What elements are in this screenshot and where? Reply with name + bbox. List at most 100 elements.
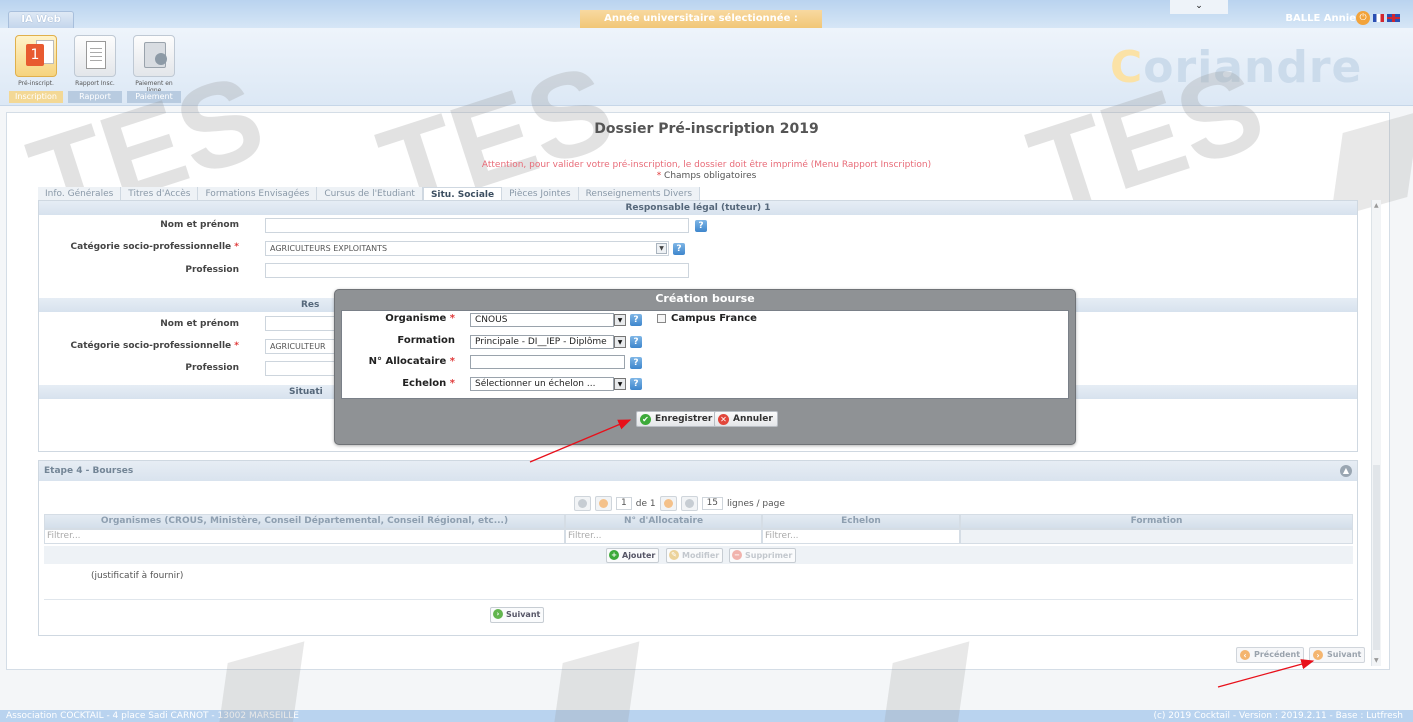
- help-icon[interactable]: ?: [630, 314, 642, 326]
- bourses-table: Organismes (CROUS, Ministère, Conseil Dé…: [44, 514, 1353, 544]
- rows-per-page-input[interactable]: 15: [701, 497, 724, 510]
- csp-label: Catégorie socio-professionnelle *: [70, 242, 239, 252]
- creation-bourse-dialog: Création bourse Organisme * CNOUS ▼ ? Ca…: [334, 289, 1076, 445]
- help-icon[interactable]: ?: [630, 336, 642, 348]
- add-button[interactable]: + Ajouter: [606, 548, 660, 563]
- footer-address: Association COCKTAIL - 4 place Sadi CARN…: [6, 711, 299, 721]
- scrollbar[interactable]: ▲ ▼: [1371, 200, 1381, 666]
- name-input[interactable]: [265, 218, 689, 233]
- profession-input[interactable]: [265, 263, 689, 278]
- tab-formations[interactable]: Formations Envisagées: [198, 187, 318, 201]
- csp-select[interactable]: AGRICULTEURS EXPLOITANTS: [265, 241, 669, 256]
- table-actions: + Ajouter ✎ Modifier − Supprimer: [44, 546, 1353, 564]
- scroll-down-icon[interactable]: ▼: [1374, 657, 1379, 664]
- filter-allocataire-input[interactable]: Filtrer...: [565, 529, 762, 544]
- csp-select[interactable]: AGRICULTEUR: [265, 339, 345, 354]
- flag-uk-icon[interactable]: [1387, 14, 1400, 22]
- flag-fr-icon[interactable]: [1373, 14, 1384, 22]
- save-button[interactable]: ✔ Enregistrer: [636, 411, 718, 427]
- first-page-button[interactable]: [574, 496, 591, 511]
- collapse-up-icon[interactable]: ▲: [1340, 465, 1352, 477]
- page-title: Dossier Pré-inscription 2019: [594, 121, 819, 137]
- power-icon[interactable]: ⏻: [1356, 11, 1370, 25]
- help-icon[interactable]: ?: [673, 243, 685, 255]
- profession-input[interactable]: [265, 361, 345, 376]
- delete-button[interactable]: − Supprimer: [729, 548, 797, 563]
- filter-formation-cell: [960, 529, 1353, 544]
- help-icon[interactable]: ?: [630, 378, 642, 390]
- scroll-up-icon[interactable]: ▲: [1374, 202, 1379, 209]
- csp-label: Catégorie socio-professionnelle *: [70, 341, 239, 351]
- check-icon: ✔: [640, 414, 651, 425]
- rows-per-page-label: lignes / page: [727, 498, 785, 509]
- arrow-right-icon: ›: [493, 609, 503, 619]
- top-bar: IA Web Année universitaire sélectionnée …: [0, 0, 1413, 42]
- cancel-button[interactable]: ✕ Annuler: [714, 411, 778, 427]
- pager: 1 de 1 15 lignes / page: [574, 496, 785, 511]
- chevron-down-icon[interactable]: ▼: [656, 243, 667, 254]
- tab-titres-acces[interactable]: Titres d'Accès: [121, 187, 199, 201]
- tab-info-generales[interactable]: Info. Générales: [38, 187, 122, 201]
- allocataire-input[interactable]: [470, 355, 625, 369]
- chevron-down-icon[interactable]: ▼: [614, 378, 626, 390]
- next-button[interactable]: › Suivant: [1309, 647, 1366, 663]
- profession-label: Profession: [185, 363, 239, 373]
- next-page-button[interactable]: [659, 496, 677, 511]
- help-icon[interactable]: ?: [695, 220, 707, 232]
- ribbon-button-inscription[interactable]: 1 Pré-inscript. Inscription: [9, 32, 63, 104]
- filter-echelon-input[interactable]: Filtrer...: [762, 529, 960, 544]
- required-fields-note: * Champs obligatoires: [656, 171, 757, 181]
- ribbon-button-rapport[interactable]: Rapport Insc. Rapport: [68, 32, 122, 104]
- column-header-echelon[interactable]: Echelon: [762, 514, 960, 529]
- footer-version: (c) 2019 Cocktail - Version : 2019.2.11 …: [1153, 711, 1403, 721]
- panel-header: Etape 4 - Bourses: [39, 461, 1357, 481]
- campus-france-label: Campus France: [671, 313, 757, 324]
- table-header-row: Organismes (CROUS, Ministère, Conseil Dé…: [44, 514, 1353, 529]
- year-banner: Année universitaire sélectionnée : 2019/…: [580, 10, 822, 42]
- column-header-allocataire[interactable]: N° d'Allocataire: [565, 514, 762, 529]
- ribbon-button-paiement[interactable]: Paiement en ligne Paiement: [127, 32, 181, 104]
- pencil-icon: ✎: [669, 550, 679, 560]
- scroll-thumb[interactable]: [1373, 465, 1380, 650]
- arrow-right-icon: ›: [1313, 650, 1323, 660]
- justificatif-note: (justificatif à fournir): [91, 571, 184, 581]
- plus-icon: +: [609, 550, 619, 560]
- section-header-tuteur-1: Responsable légal (tuteur) 1: [39, 201, 1357, 215]
- table-filter-row: Filtrer... Filtrer... Filtrer...: [44, 529, 1353, 544]
- page-number-select[interactable]: 1: [616, 497, 632, 510]
- tab-renseignements[interactable]: Renseignements Divers: [578, 187, 701, 201]
- organisme-label: Organisme *: [385, 313, 455, 324]
- app-tab[interactable]: IA Web: [8, 11, 74, 28]
- divider: [44, 599, 1353, 600]
- tab-pieces-jointes[interactable]: Pièces Jointes: [502, 187, 579, 201]
- organisme-select[interactable]: CNOUS: [470, 313, 614, 327]
- help-icon[interactable]: ?: [630, 357, 642, 369]
- ribbon-label: Rapport: [68, 91, 122, 103]
- page-of-label: de 1: [635, 498, 656, 509]
- payment-icon: [133, 35, 175, 77]
- brand-logo: Coriandre: [1110, 42, 1363, 93]
- campus-france-checkbox[interactable]: [657, 314, 666, 323]
- edit-button[interactable]: ✎ Modifier: [666, 548, 724, 563]
- column-header-organismes[interactable]: Organismes (CROUS, Ministère, Conseil Dé…: [44, 514, 565, 529]
- prev-page-button[interactable]: [595, 496, 612, 511]
- column-header-formation[interactable]: Formation: [960, 514, 1353, 529]
- echelon-select[interactable]: Sélectionner un échelon ...: [470, 377, 614, 391]
- chevron-down-icon[interactable]: ▼: [614, 336, 626, 348]
- chevron-down-icon[interactable]: ⌄: [1170, 0, 1228, 14]
- tab-situ-sociale[interactable]: Situ. Sociale: [422, 187, 503, 201]
- formation-select[interactable]: Principale - DI__IEP - Diplôme: [470, 335, 614, 349]
- filter-organismes-input[interactable]: Filtrer...: [44, 529, 565, 544]
- tab-bar: Info. Générales Titres d'Accès Formation…: [38, 187, 701, 201]
- ribbon-label: Paiement: [127, 91, 181, 103]
- previous-button[interactable]: ‹ Précédent: [1236, 647, 1305, 663]
- chevron-down-icon[interactable]: ▼: [614, 314, 626, 326]
- tab-cursus[interactable]: Cursus de l'Etudiant: [317, 187, 423, 201]
- warning-message: Attention, pour valider votre pré-inscri…: [481, 160, 932, 170]
- allocataire-label: N° Allocataire *: [368, 356, 455, 367]
- name-label: Nom et prénom: [160, 319, 239, 329]
- ribbon-sublabel: Rapport Insc.: [75, 80, 115, 87]
- last-page-button[interactable]: [680, 496, 698, 511]
- name-input[interactable]: [265, 316, 345, 331]
- next-step-button[interactable]: › Suivant: [490, 607, 545, 623]
